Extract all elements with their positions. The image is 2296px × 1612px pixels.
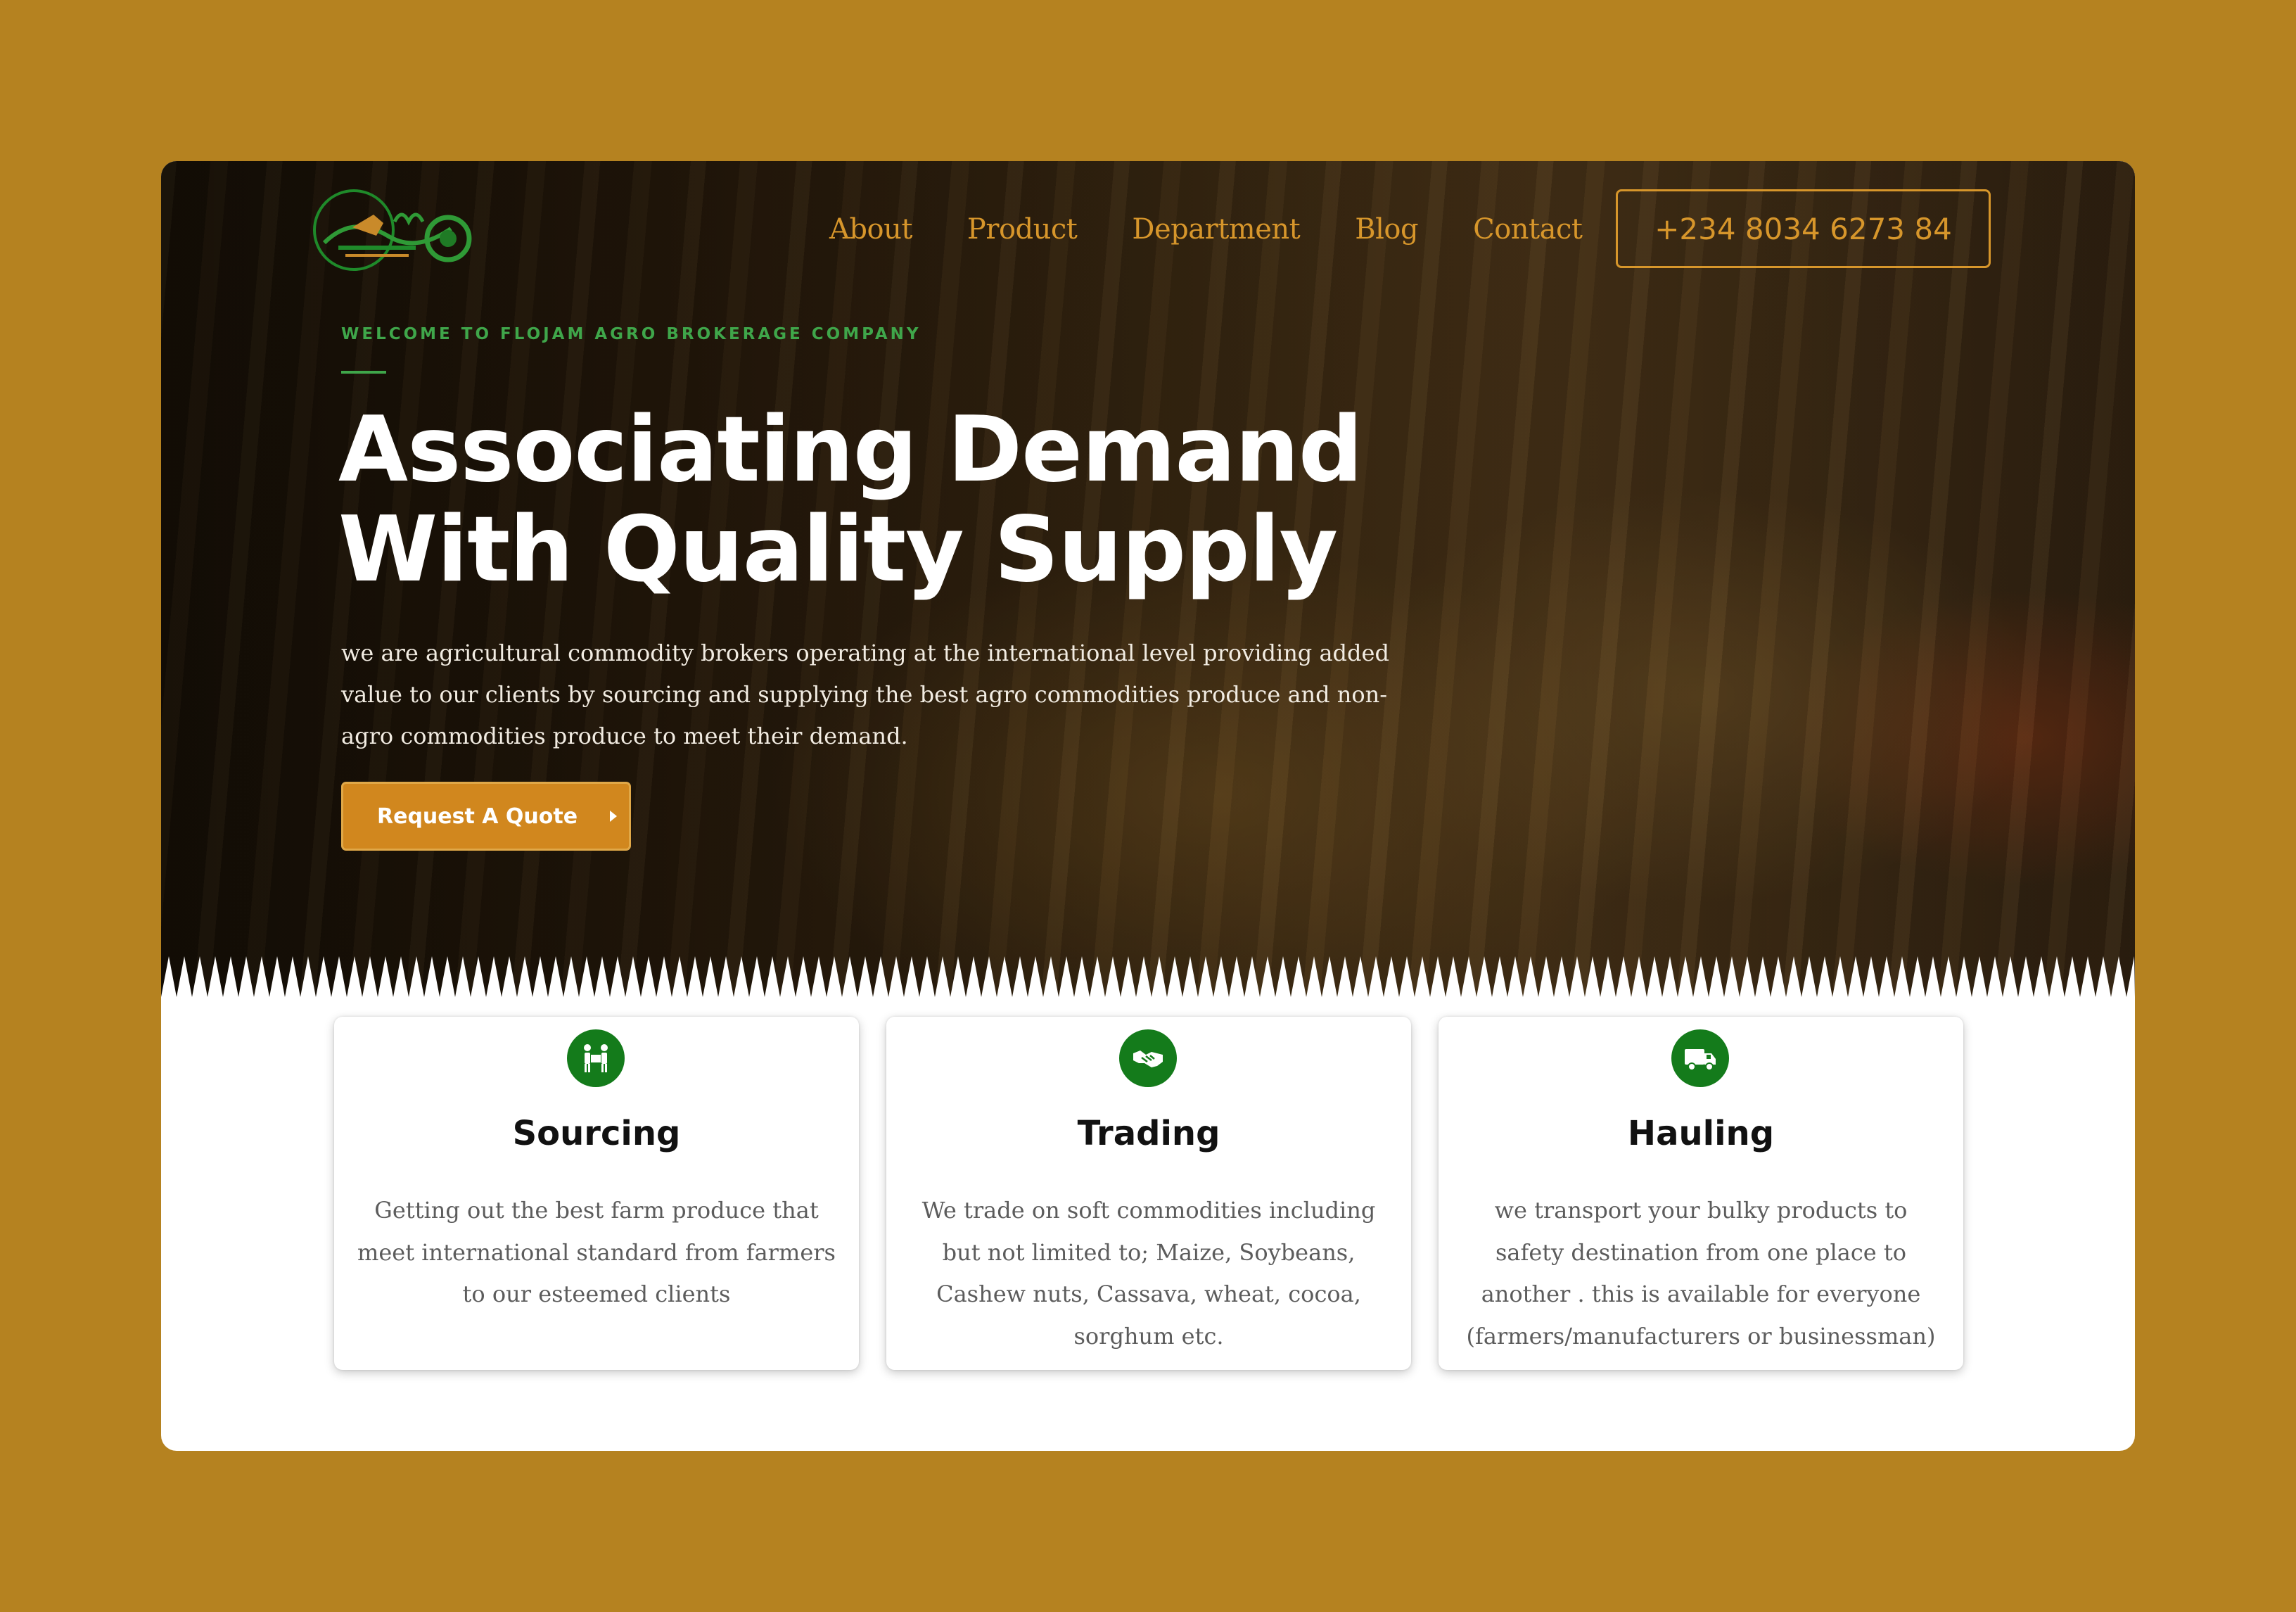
service-title: Hauling <box>1627 1114 1775 1153</box>
services-row: Sourcing Getting out the best farm produ… <box>334 1017 1963 1370</box>
caret-right-icon <box>610 811 618 822</box>
hero-description: we are agricultural commodity brokers op… <box>341 640 1389 749</box>
eyebrow-divider <box>341 371 386 374</box>
nav-about[interactable]: About <box>829 213 912 246</box>
nav-blog[interactable]: Blog <box>1355 213 1418 246</box>
main-nav: About Product Department Blog Contact <box>829 213 1583 246</box>
trading-badge <box>1119 1029 1177 1087</box>
service-title: Sourcing <box>512 1114 681 1153</box>
nav-product[interactable]: Product <box>967 213 1078 246</box>
company-logo[interactable] <box>310 186 476 278</box>
service-card-trading: Trading We trade on soft commodities inc… <box>886 1017 1411 1370</box>
service-title: Trading <box>1077 1114 1220 1153</box>
zigzag-divider <box>161 956 2135 1005</box>
phone-button[interactable]: +234 8034 6273 84 <box>1616 189 1991 268</box>
hero-section: About Product Department Blog Contact +2… <box>161 161 2135 1005</box>
hero-eyebrow: WELCOME TO FLOJAM AGRO BROKERAGE COMPANY <box>341 325 921 343</box>
service-card-hauling: Hauling we transport your bulky products… <box>1439 1017 1963 1370</box>
sourcing-badge <box>567 1029 625 1087</box>
nav-contact[interactable]: Contact <box>1473 213 1583 246</box>
people-carrying-box-icon <box>584 1044 608 1072</box>
service-description: we transport your bulky products to safe… <box>1466 1197 1936 1350</box>
headline-line-1: Associating Demand <box>338 398 1363 502</box>
service-description: Getting out the best farm produce that m… <box>357 1197 836 1307</box>
hero-headline: Associating Demand With Quality Supply <box>338 400 1605 600</box>
headline-line-2: With Quality Supply <box>338 497 1338 602</box>
truck-icon <box>1685 1049 1716 1071</box>
request-quote-button[interactable]: Request A Quote <box>341 782 631 851</box>
nav-department[interactable]: Department <box>1132 213 1300 246</box>
service-card-sourcing: Sourcing Getting out the best farm produ… <box>334 1017 859 1370</box>
site-frame: About Product Department Blog Contact +2… <box>161 161 2135 1451</box>
handshake-icon <box>1133 1051 1163 1067</box>
request-quote-label: Request A Quote <box>377 804 578 829</box>
hauling-badge <box>1671 1029 1729 1087</box>
service-description: We trade on soft commodities including b… <box>921 1197 1376 1350</box>
